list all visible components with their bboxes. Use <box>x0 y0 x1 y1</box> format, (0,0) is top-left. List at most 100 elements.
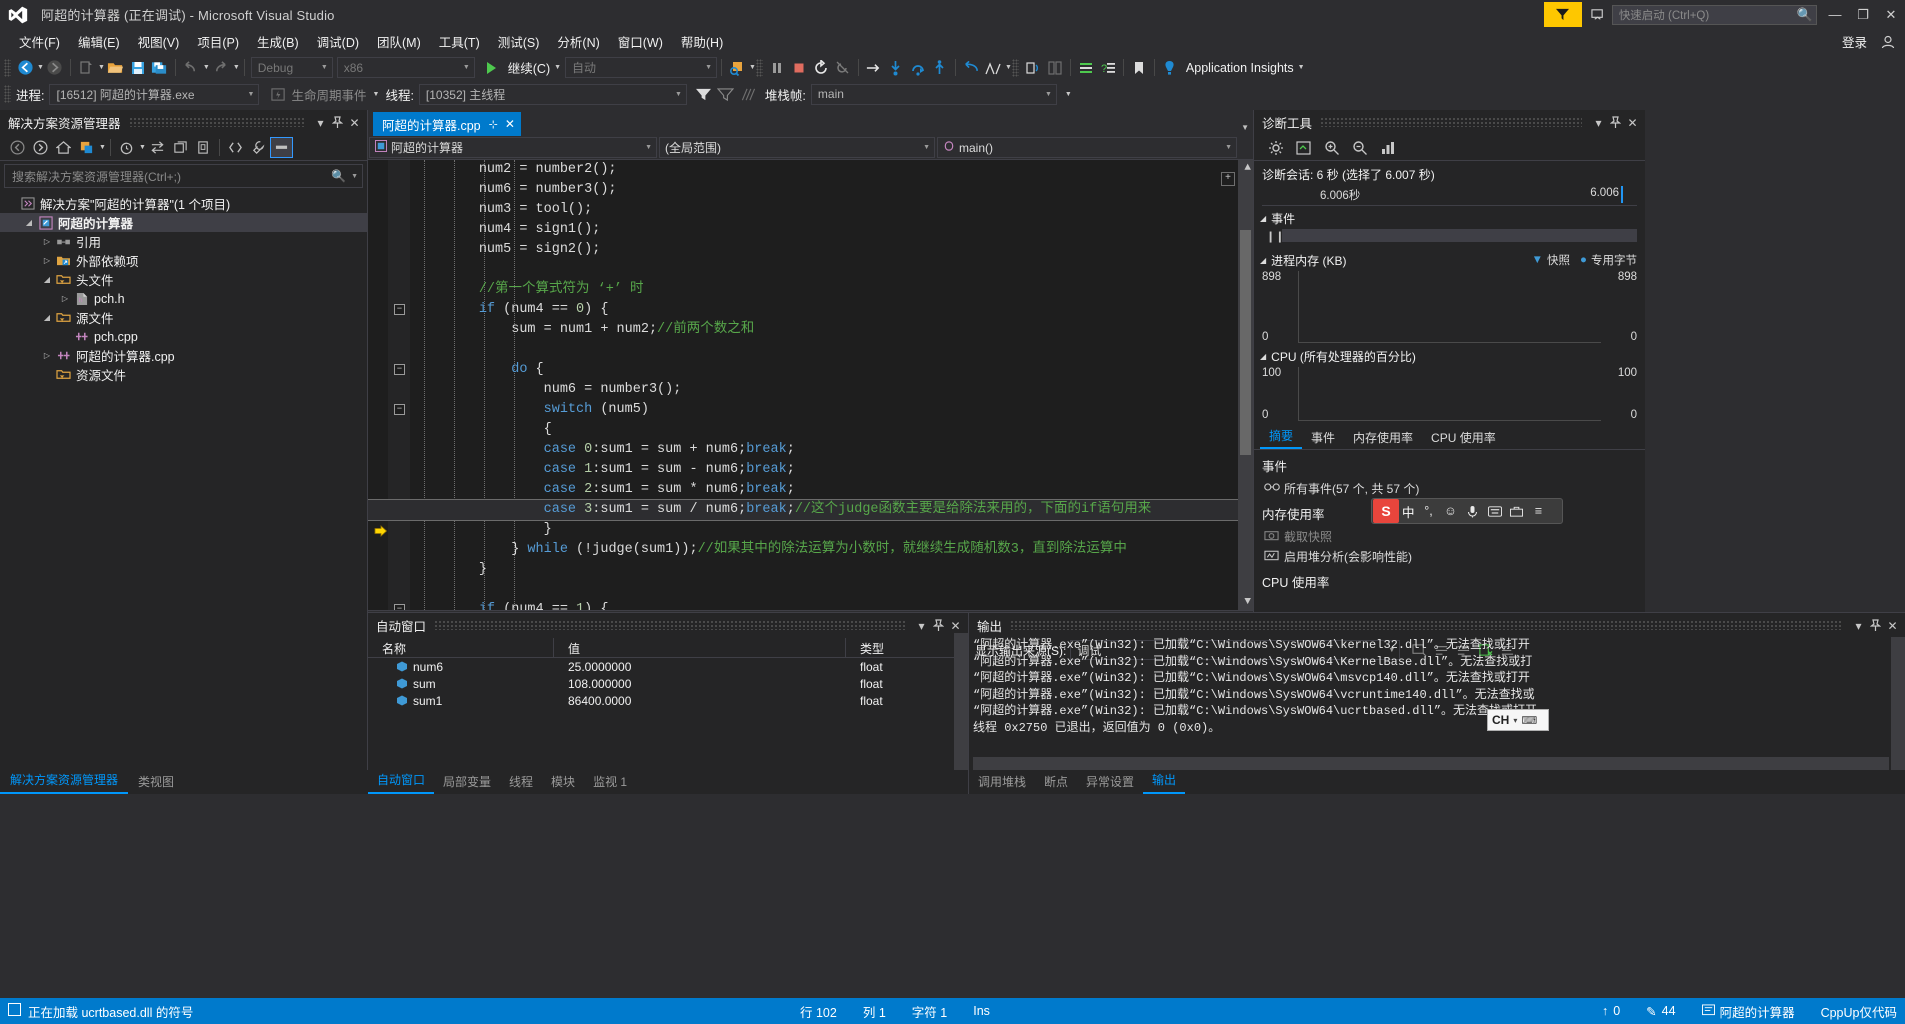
code-line[interactable]: sum = num1 + num2;//前两个数之和 <box>368 320 1253 340</box>
autos-row-value-0[interactable]: 25.0000000 <box>554 660 846 674</box>
threads-flag-icon[interactable] <box>737 83 759 105</box>
code-line[interactable] <box>368 260 1253 280</box>
tab-output[interactable]: 输出 <box>1143 768 1186 794</box>
thread-combo[interactable]: [10352] 主线程 ▼ <box>418 83 687 105</box>
code-line[interactable]: num2 = number2(); <box>368 160 1253 180</box>
select-tools-icon[interactable] <box>1290 137 1318 158</box>
code-line[interactable]: − do { <box>368 360 1253 380</box>
new-project-icon[interactable] <box>75 57 97 79</box>
code-line[interactable]: case 1:sum1 = sum - num6;break; <box>368 460 1253 480</box>
code-line[interactable]: − if (num4 == 0) { <box>368 300 1253 320</box>
menu-test[interactable]: 测试(S) <box>489 29 549 54</box>
menu-file[interactable]: 文件(F) <box>10 29 69 54</box>
tree-node-pch-cpp[interactable]: pch.cpp <box>0 327 367 346</box>
diagnostics-cpu-section-header[interactable]: ◢ CPU (所有处理器的百分比) <box>1254 347 1645 365</box>
close-button[interactable]: ✕ <box>1877 0 1905 29</box>
notifications-icon[interactable] <box>1586 2 1612 27</box>
fold-toggle-icon[interactable]: − <box>394 404 405 415</box>
panel-menu-chevron-icon[interactable]: ▾ <box>312 113 329 133</box>
fold-toggle-icon[interactable]: − <box>394 604 405 610</box>
lifecycle-dropdown-icon[interactable]: ▼ <box>373 91 380 98</box>
ime-toolbox-icon[interactable] <box>1506 499 1528 523</box>
tab-solution-explorer[interactable]: 解决方案资源管理器 <box>0 768 129 794</box>
tab-threads[interactable]: 线程 <box>500 770 542 794</box>
tree-node-source-files[interactable]: ◢ 源文件 <box>0 308 367 327</box>
tab-locals[interactable]: 局部变量 <box>434 770 500 794</box>
debug-target-combo[interactable]: 自动 ▼ <box>565 57 718 78</box>
autos-column-name[interactable]: 名称 <box>368 638 554 657</box>
menu-view[interactable]: 视图(V) <box>129 29 189 54</box>
restart-icon[interactable] <box>810 57 832 79</box>
tab-watch1[interactable]: 监视 1 <box>584 770 636 794</box>
ime-status-indicator[interactable]: CH ▾ ⌨ <box>1487 709 1549 731</box>
tab-events[interactable]: 事件 <box>1302 427 1344 449</box>
attach-dropdown-icon[interactable]: ▼ <box>749 64 756 71</box>
autos-row-value-1[interactable]: 108.000000 <box>554 677 846 691</box>
quick-launch-input[interactable]: 快速启动 (Ctrl+Q) <box>1611 4 1817 25</box>
tree-node-solution[interactable]: 解决方案"阿超的计算器"(1 个项目) <box>0 194 367 213</box>
step-over-arrow-icon[interactable] <box>863 57 885 79</box>
view-code-icon[interactable] <box>224 137 247 158</box>
settings-gear-icon[interactable] <box>1262 137 1290 158</box>
table-row[interactable]: num6 25.0000000 float <box>368 658 968 675</box>
code-line[interactable] <box>368 340 1253 360</box>
output-pin-icon[interactable] <box>1867 616 1884 636</box>
search-icon[interactable]: 🔍 <box>1797 7 1813 23</box>
code-line[interactable]: } <box>368 520 1253 540</box>
menu-debug[interactable]: 调试(D) <box>308 29 368 54</box>
step-into-icon[interactable] <box>885 57 907 79</box>
summary-heap-profiling-row[interactable]: 启用堆分析(会影响性能) <box>1254 546 1645 566</box>
table-row-2[interactable]: sum 108.000000 float <box>368 675 968 692</box>
tab-autos[interactable]: 自动窗口 <box>368 768 435 794</box>
app-insights-icon[interactable] <box>1159 57 1181 79</box>
scroll-down-arrow-icon[interactable]: ▼ <box>1244 596 1251 608</box>
collapse-all-icon[interactable] <box>169 137 192 158</box>
process-combo[interactable]: [16512] 阿超的计算器.exe ▼ <box>49 83 260 105</box>
save-all-icon[interactable] <box>149 57 171 79</box>
code-line[interactable]: num3 = tool(); <box>368 200 1253 220</box>
search-icon-2[interactable]: 🔍 <box>331 169 346 183</box>
debug-toolbar-grip[interactable] <box>4 85 11 103</box>
flag-clear-icon[interactable] <box>715 83 737 105</box>
output-horizontal-scrollbar[interactable] <box>973 757 1889 770</box>
step-over-icon[interactable] <box>907 57 929 79</box>
autos-pin-icon[interactable] <box>930 616 947 636</box>
tab-class-view[interactable]: 类视图 <box>128 770 184 794</box>
question-list-icon[interactable]: ? <box>1097 57 1119 79</box>
pin-tab-icon[interactable]: ⊹ <box>489 118 498 131</box>
continue-play-icon[interactable] <box>481 57 503 79</box>
diagnostics-menu-chevron-icon[interactable]: ▾ <box>1590 113 1607 133</box>
menu-window[interactable]: 窗口(W) <box>609 29 672 54</box>
app-insights-dropdown-icon[interactable]: ▼ <box>1298 64 1305 71</box>
menu-tools[interactable]: 工具(T) <box>430 29 489 54</box>
tree-node-external-dependencies[interactable]: ▷ 外部依赖项 <box>0 251 367 270</box>
diagnostic-dropdown-icon[interactable]: ▼ <box>1005 64 1012 71</box>
menu-project[interactable]: 项目(P) <box>188 29 248 54</box>
output-text[interactable]: “阿超的计算器.exe”(Win32): 已加载“C:\Windows\SysW… <box>973 637 1889 754</box>
twisty-collapsed-pch-h[interactable]: ▷ <box>58 294 72 303</box>
summary-take-snapshot-row[interactable]: 截取快照 <box>1254 526 1645 546</box>
diagnostics-timeline[interactable]: 6.006秒 6.006 <box>1262 186 1637 206</box>
forward-icon[interactable] <box>29 137 52 158</box>
code-line[interactable]: case 2:sum1 = sum * num6;break; <box>368 480 1253 500</box>
flag-filter-icon[interactable] <box>693 83 715 105</box>
solution-platform-combo[interactable]: x86 ▼ <box>336 57 475 78</box>
code-line[interactable]: { <box>368 420 1253 440</box>
continue-button-label[interactable]: 继续(C) <box>508 58 550 77</box>
toolbar-grip-3[interactable] <box>1011 58 1019 77</box>
diagnostic-tools-icon[interactable] <box>982 57 1004 79</box>
format-lines-icon[interactable] <box>1075 57 1097 79</box>
tab-call-stack[interactable]: 调用堆栈 <box>969 770 1035 794</box>
minimize-button[interactable]: — <box>1821 0 1849 29</box>
maximize-button[interactable]: ❐ <box>1849 0 1877 29</box>
editor-vertical-scrollbar[interactable] <box>1238 160 1253 610</box>
output-close-icon[interactable]: ✕ <box>1884 616 1901 636</box>
code-line[interactable] <box>368 580 1253 600</box>
tree-node-pch-h[interactable]: ▷ h pch.h <box>0 289 367 308</box>
stackframe-combo[interactable]: main ▼ <box>810 83 1057 105</box>
tab-memory-usage[interactable]: 内存使用率 <box>1344 427 1422 449</box>
summary-events-row[interactable]: 所有事件(57 个, 共 57 个) <box>1254 478 1645 498</box>
editor-scroll-thumb[interactable] <box>1240 230 1251 455</box>
menu-team[interactable]: 团队(M) <box>368 29 430 54</box>
diagnostics-memory-section-header[interactable]: ◢ 进程内存 (KB) ▼ 快照 ● 专用字节 <box>1254 251 1645 269</box>
